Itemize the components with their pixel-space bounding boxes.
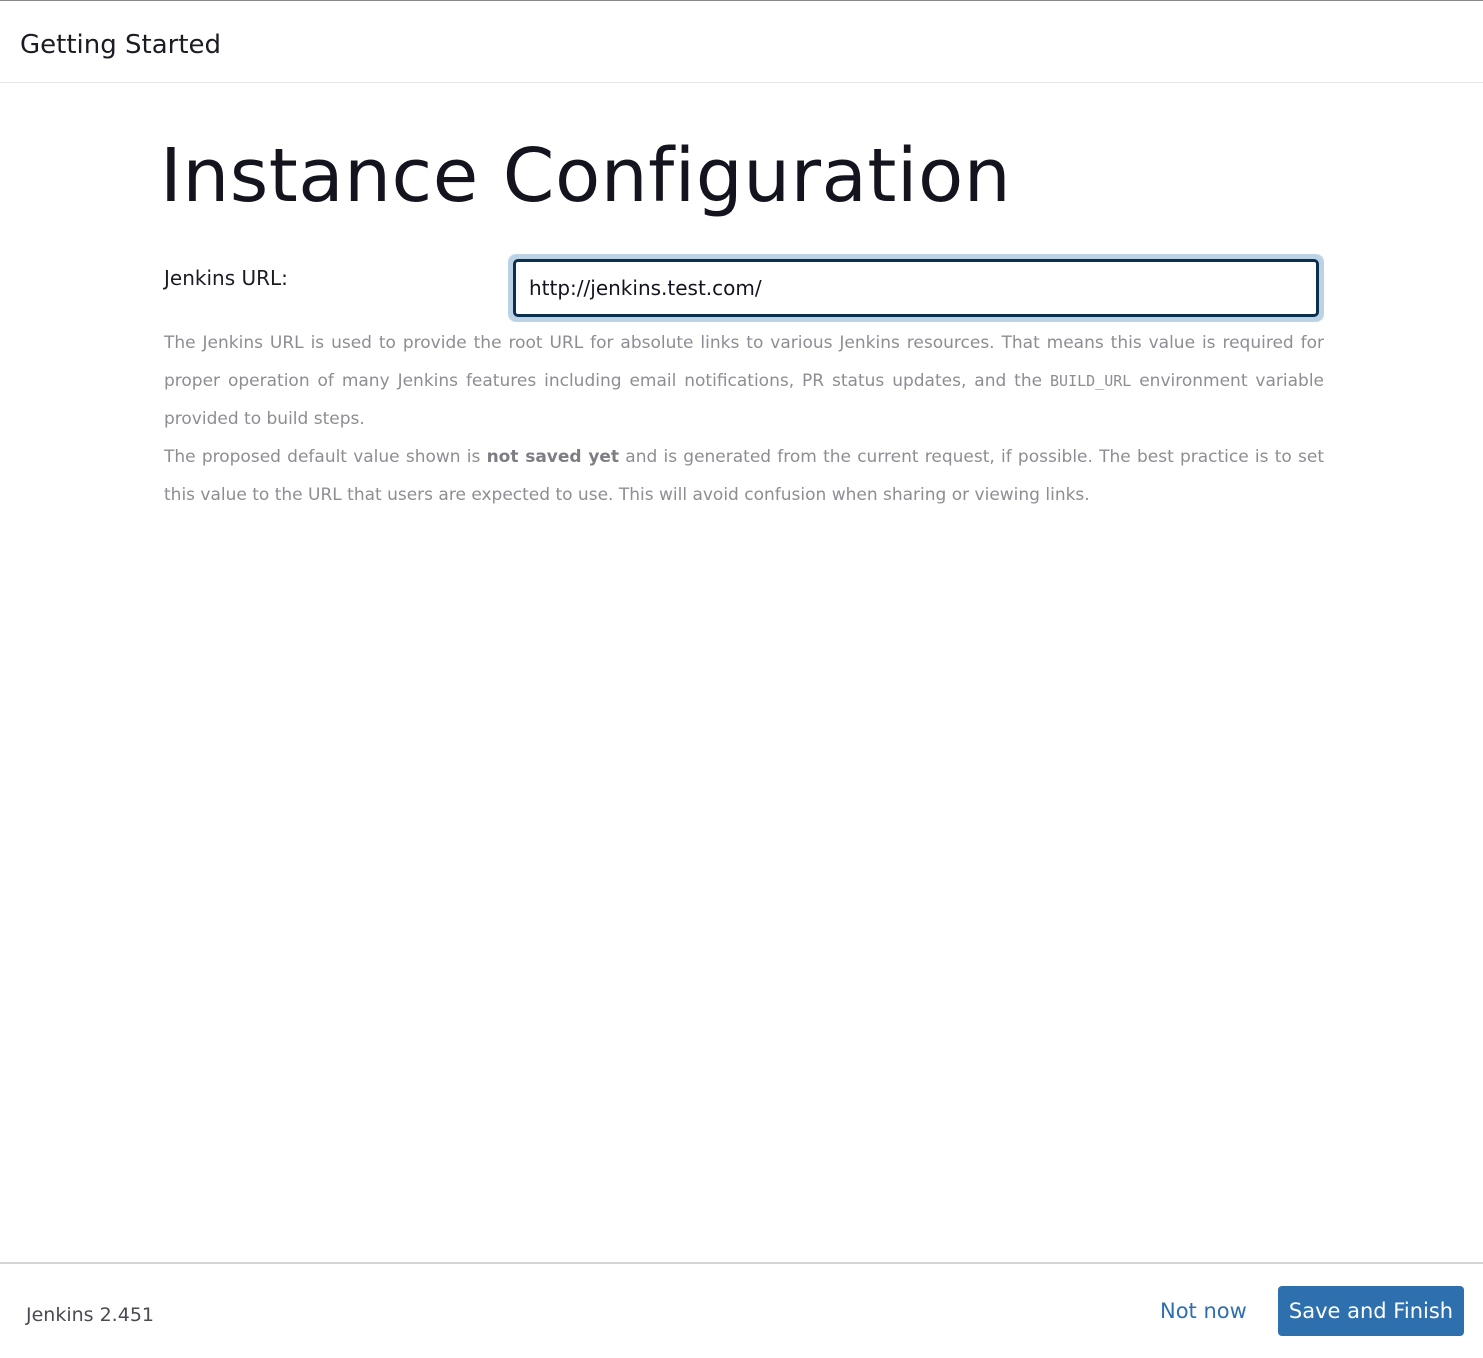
save-and-finish-button[interactable]: Save and Finish bbox=[1278, 1286, 1464, 1336]
help-paragraph-2: The proposed default value shown is not … bbox=[164, 438, 1324, 514]
dialog-header: Getting Started bbox=[0, 1, 1483, 83]
not-saved-yet-emphasis: not saved yet bbox=[486, 447, 620, 467]
jenkins-url-help: The Jenkins URL is used to provide the r… bbox=[164, 324, 1324, 514]
header-title: Getting Started bbox=[20, 30, 222, 60]
dialog-footer: Jenkins 2.451 Not now Save and Finish bbox=[0, 1262, 1483, 1358]
jenkins-version: Jenkins 2.451 bbox=[26, 1304, 154, 1326]
page-title: Instance Configuration bbox=[160, 133, 1012, 219]
build-url-code: BUILD_URL bbox=[1050, 372, 1132, 390]
jenkins-url-focus-ring bbox=[508, 254, 1324, 322]
jenkins-url-input[interactable] bbox=[513, 259, 1319, 317]
not-now-button[interactable]: Not now bbox=[1148, 1286, 1259, 1336]
help-paragraph-1: The Jenkins URL is used to provide the r… bbox=[164, 324, 1324, 438]
help-p2-text: The proposed default value shown is bbox=[164, 447, 487, 467]
jenkins-url-label: Jenkins URL: bbox=[164, 266, 288, 290]
dialog-body: Instance Configuration Jenkins URL: The … bbox=[0, 84, 1483, 1262]
